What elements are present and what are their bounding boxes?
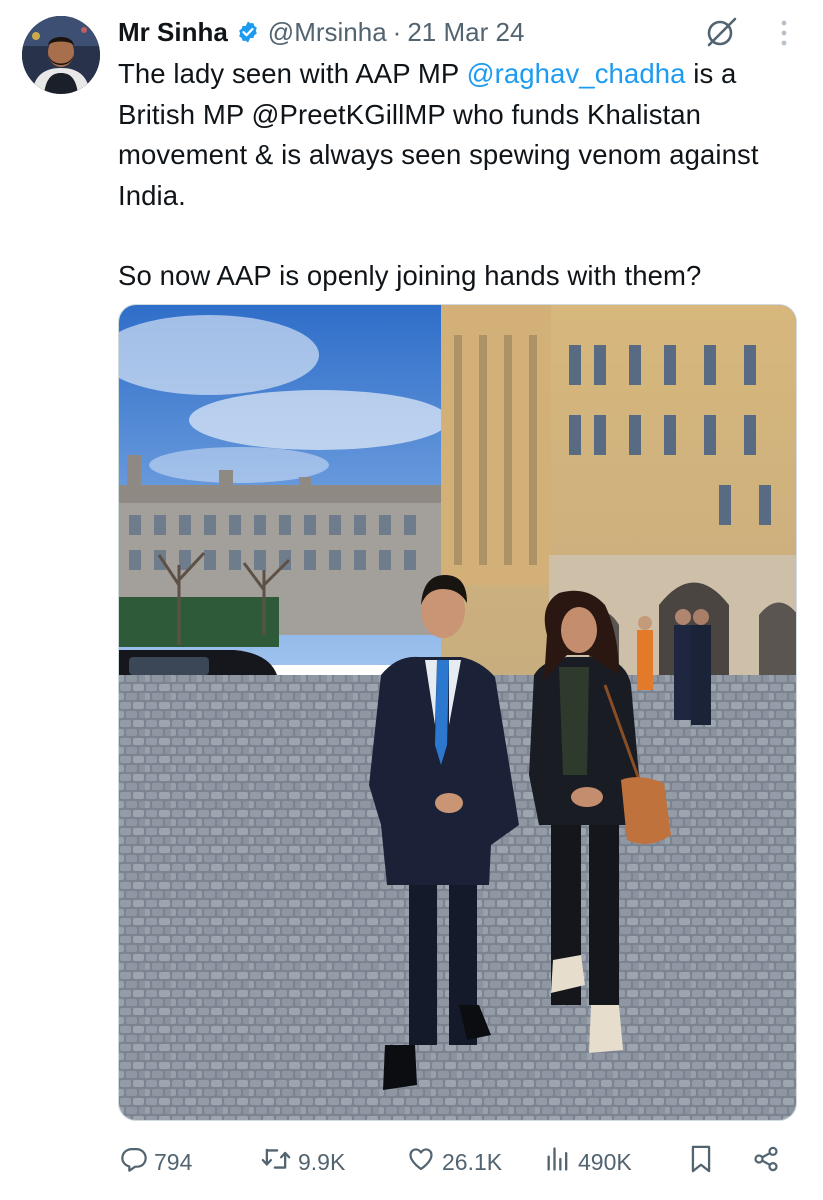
tweet-text-part: The lady seen with AAP MP xyxy=(118,58,467,89)
retweet-icon xyxy=(260,1145,292,1179)
reply-icon xyxy=(120,1145,148,1179)
author-name[interactable]: Mr Sinha xyxy=(118,17,228,48)
views-icon xyxy=(544,1145,572,1179)
mention-link[interactable]: @raghav_chadha xyxy=(467,58,686,89)
tweet-date[interactable]: 21 Mar 24 xyxy=(407,17,524,48)
separator-dot: · xyxy=(392,16,402,47)
tweet-header: Mr Sinha @Mrsinha · 21 Mar 24 xyxy=(118,14,524,50)
avatar[interactable] xyxy=(22,16,100,94)
bookmark-icon xyxy=(688,1144,714,1180)
heart-icon xyxy=(406,1145,436,1179)
reply-count: 794 xyxy=(154,1148,193,1175)
author-handle[interactable]: @Mrsinha xyxy=(268,17,387,48)
share-button[interactable] xyxy=(752,1142,780,1182)
views-button[interactable]: 490K xyxy=(544,1142,632,1182)
more-options-icon[interactable] xyxy=(778,18,790,53)
tweet-actions: 794 9.9K 26.1K 490K xyxy=(118,1142,798,1182)
views-count: 490K xyxy=(578,1148,632,1175)
share-icon xyxy=(752,1145,780,1179)
tweet-paragraph-1: The lady seen with AAP MP @raghav_chadha… xyxy=(118,54,808,216)
tweet[interactable]: Mr Sinha @Mrsinha · 21 Mar 24 The lady s… xyxy=(0,0,823,1200)
tweet-photo[interactable] xyxy=(118,304,797,1121)
reply-button[interactable]: 794 xyxy=(120,1142,192,1182)
tweet-paragraph-2: So now AAP is openly joining hands with … xyxy=(118,260,702,291)
like-count: 26.1K xyxy=(442,1148,503,1175)
tweet-text: The lady seen with AAP MP @raghav_chadha… xyxy=(118,54,808,297)
bookmark-button[interactable] xyxy=(688,1142,714,1182)
like-button[interactable]: 26.1K xyxy=(406,1142,502,1182)
retweet-button[interactable]: 9.9K xyxy=(260,1142,345,1182)
grok-icon[interactable] xyxy=(704,16,740,53)
retweet-count: 9.9K xyxy=(298,1148,346,1175)
verified-badge-icon xyxy=(236,20,260,44)
